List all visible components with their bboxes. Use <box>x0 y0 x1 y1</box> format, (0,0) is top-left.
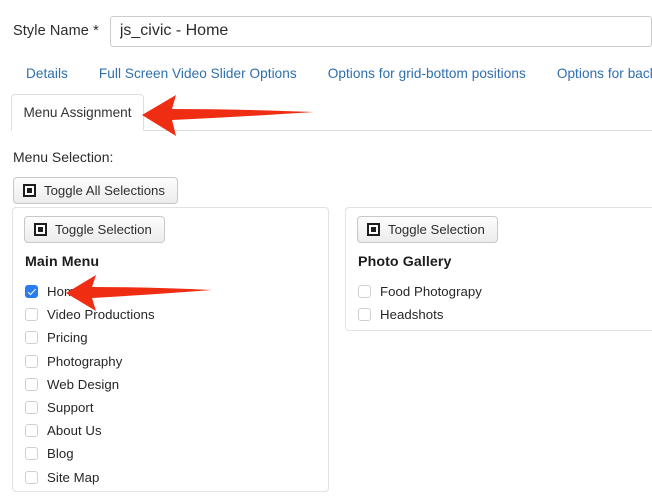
checkbox-about-us[interactable] <box>25 424 38 438</box>
list-item[interactable]: Site Map <box>25 466 322 489</box>
style-name-input[interactable] <box>109 15 652 47</box>
tab-options-for-grid-bottom-positions[interactable]: Options for grid-bottom positions <box>328 66 526 81</box>
checkbox-headshots[interactable] <box>358 308 371 322</box>
list-item-label: Headshots <box>380 307 444 323</box>
list-item[interactable]: Photography <box>25 350 322 373</box>
toggle-selection-button-photo-gallery[interactable]: Toggle Selection <box>357 216 498 243</box>
list-item-label: Support <box>47 400 94 416</box>
list-item[interactable]: About Us <box>25 419 322 442</box>
checkbox-site-map[interactable] <box>25 470 38 484</box>
tab-details[interactable]: Details <box>26 66 68 81</box>
tab-bar-secondary: Menu Assignment <box>0 94 652 134</box>
list-item[interactable]: Blog <box>25 442 322 465</box>
menu-selection-label: Menu Selection: <box>13 149 114 165</box>
list-item[interactable]: Support <box>25 396 322 419</box>
checkbox-photography[interactable] <box>25 354 38 368</box>
list-item[interactable]: Home <box>25 280 322 303</box>
style-name-row: Style Name * <box>0 14 652 48</box>
list-item-label: Home <box>47 284 83 300</box>
toggle-selection-label: Toggle Selection <box>55 222 152 237</box>
tab-menu-assignment[interactable]: Menu Assignment <box>11 94 144 131</box>
toggle-selection-button-main-menu[interactable]: Toggle Selection <box>24 216 165 243</box>
toggle-selection-label: Toggle Selection <box>388 222 485 237</box>
toggle-all-selections-label: Toggle All Selections <box>44 183 165 198</box>
checkbox-video-productions[interactable] <box>25 308 38 322</box>
list-item-label: Pricing <box>47 330 88 346</box>
list-item[interactable]: Web Design <box>25 373 322 396</box>
list-item-label: About Us <box>47 423 102 439</box>
checkbox-blog[interactable] <box>25 447 38 461</box>
toggle-all-selections-button[interactable]: Toggle All Selections <box>13 177 178 204</box>
list-item-label: Food Photograpy <box>380 284 482 300</box>
list-item-label: Web Design <box>47 376 120 392</box>
checkbox-web-design[interactable] <box>25 377 38 391</box>
checkbox-support[interactable] <box>25 401 38 415</box>
panel-heading-photo-gallery: Photo Gallery <box>358 254 452 270</box>
checkbox-list-main-menu: Home Video Productions Pricing Photograp… <box>25 280 322 489</box>
list-item[interactable]: Headshots <box>358 303 652 326</box>
list-item[interactable]: Food Photograpy <box>358 280 652 303</box>
list-item-label: Photography <box>47 353 123 369</box>
checkbox-home[interactable] <box>25 285 38 299</box>
panel-heading-main-menu: Main Menu <box>25 254 100 270</box>
nested-square-icon <box>367 223 380 236</box>
tab-full-screen-video-slider-options[interactable]: Full Screen Video Slider Options <box>99 66 297 81</box>
checkbox-food-photography[interactable] <box>358 285 371 299</box>
nested-square-icon <box>23 184 36 197</box>
checkbox-list-photo-gallery: Food Photograpy Headshots <box>358 280 652 326</box>
nested-square-icon <box>34 223 47 236</box>
list-item-label: Video Productions <box>47 307 155 323</box>
list-item[interactable]: Pricing <box>25 326 322 349</box>
list-item[interactable]: Video Productions <box>25 303 322 326</box>
panel-photo-gallery: Toggle Selection Photo Gallery Food Phot… <box>345 207 652 331</box>
tab-options-for-background[interactable]: Options for backgrou <box>557 66 652 81</box>
panel-main-menu: Toggle Selection Main Menu Home Video Pr… <box>12 207 329 492</box>
checkbox-pricing[interactable] <box>25 331 38 345</box>
style-name-label: Style Name * <box>13 23 99 39</box>
list-item-label: Site Map <box>47 469 100 485</box>
list-item-label: Blog <box>47 446 74 462</box>
tab-bar-primary: Details Full Screen Video Slider Options… <box>0 66 652 90</box>
